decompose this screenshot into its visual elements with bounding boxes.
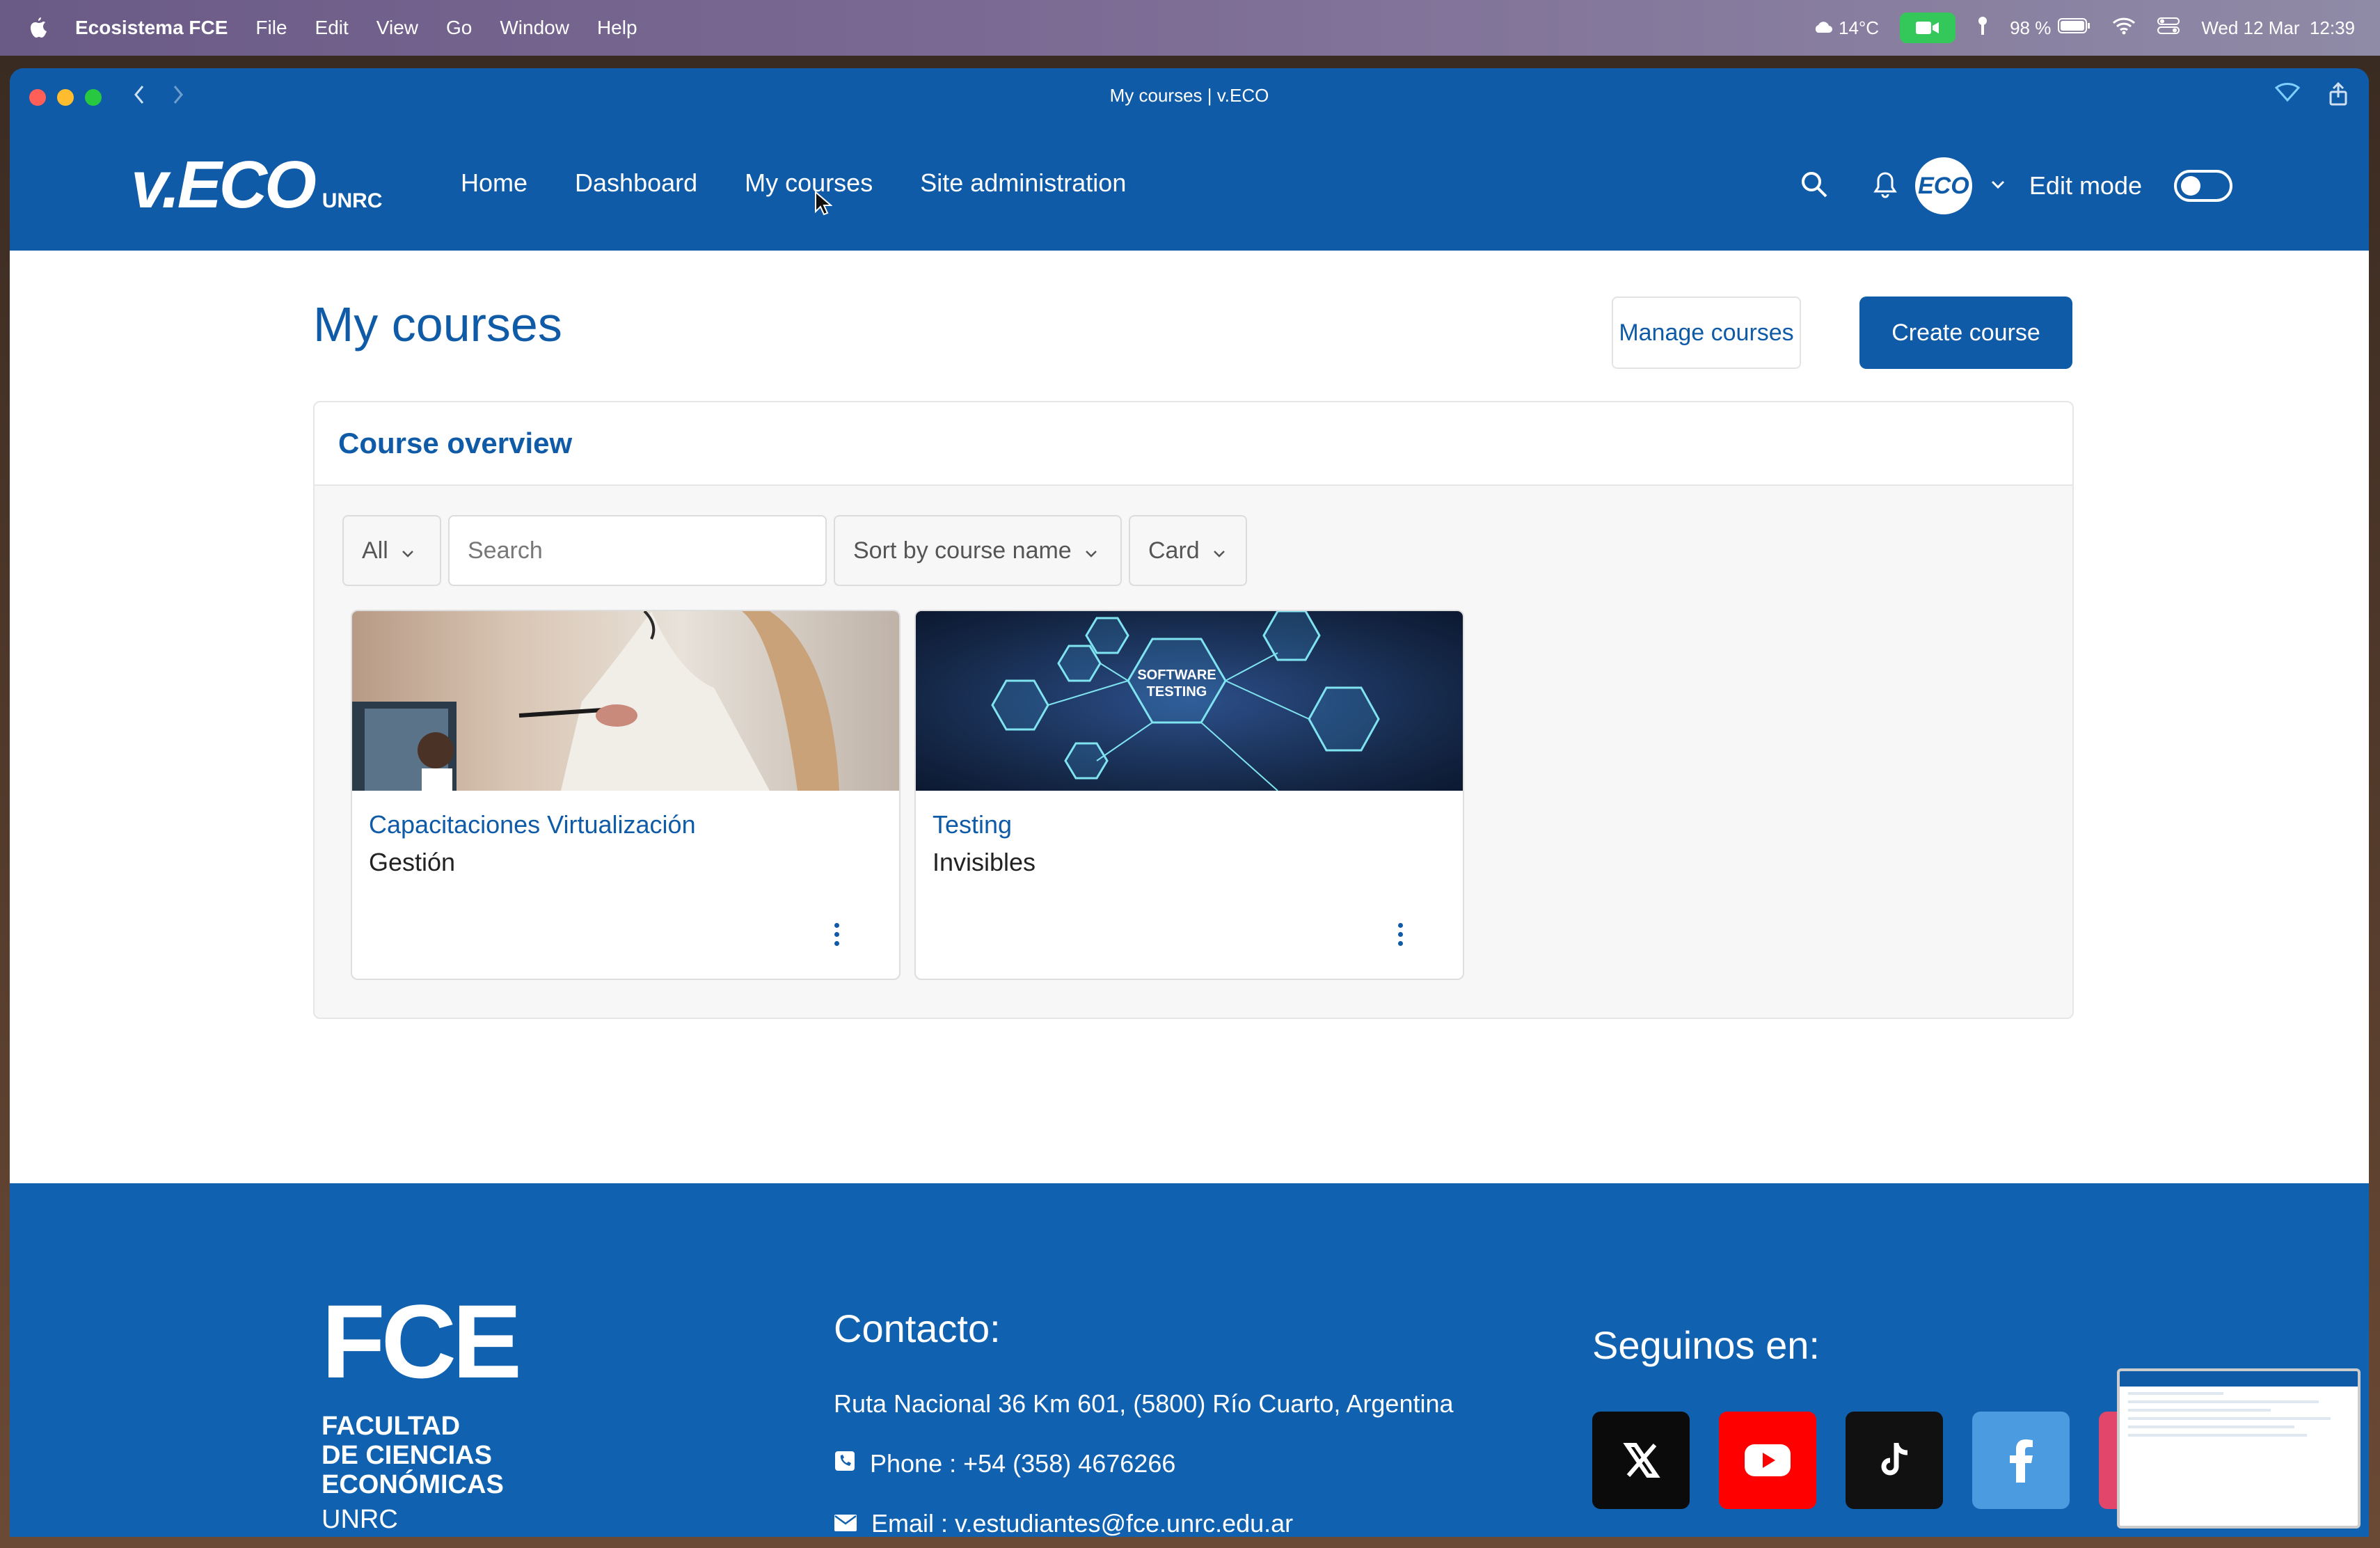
facetime-video-icon[interactable] bbox=[1900, 13, 1956, 43]
nav-my-courses[interactable]: My courses bbox=[745, 168, 873, 198]
apple-icon[interactable] bbox=[28, 16, 49, 40]
grouping-dropdown[interactable]: All bbox=[342, 515, 441, 586]
menu-window[interactable]: Window bbox=[500, 17, 569, 39]
menu-edit[interactable]: Edit bbox=[315, 17, 349, 39]
contact-heading: Contacto: bbox=[834, 1306, 1001, 1350]
menu-file[interactable]: File bbox=[255, 17, 287, 39]
course-overview-block: Course overview All Search Sort by cours… bbox=[313, 401, 2074, 1019]
key-icon[interactable] bbox=[1976, 15, 1989, 41]
fce-logo-mark: FCE bbox=[322, 1283, 522, 1400]
email-text[interactable]: Email : v.estudiantes@fce.unrc.edu.ar bbox=[871, 1509, 1293, 1537]
search-input[interactable]: Search bbox=[448, 515, 827, 586]
facebook-icon[interactable] bbox=[1972, 1412, 2070, 1509]
window-titlebar: My courses | v.ECO bbox=[10, 68, 2369, 127]
course-card[interactable]: Capacitaciones Virtualización Gestión bbox=[351, 610, 901, 980]
course-name: Invisibles bbox=[933, 848, 1036, 876]
battery-percent: 98 % bbox=[2010, 17, 2052, 38]
course-category[interactable]: Testing bbox=[933, 810, 1012, 839]
phone-text: Phone : +54 (358) 4676266 bbox=[870, 1449, 1176, 1478]
main-content: My courses Manage courses Create course … bbox=[10, 251, 2369, 1183]
nav-dashboard[interactable]: Dashboard bbox=[575, 168, 697, 198]
site-header: v.ECO UNRC Home Dashboard My courses Sit… bbox=[10, 127, 2369, 251]
view-value: Card bbox=[1148, 537, 1200, 564]
chevron-down-icon bbox=[1212, 537, 1226, 564]
menubar-clock[interactable]: Wed 12 Mar 12:39 bbox=[2201, 17, 2355, 39]
image-caption-line-2: TESTING bbox=[1147, 684, 1207, 700]
window-title: My courses | v.ECO bbox=[1109, 85, 1269, 106]
follow-heading: Seguinos en: bbox=[1592, 1323, 1820, 1367]
share-icon[interactable] bbox=[2329, 81, 2348, 109]
create-course-button[interactable]: Create course bbox=[1859, 297, 2072, 369]
site-footer: FCE FACULTAD DE CIENCIAS ECONÓMICAS UNRC… bbox=[10, 1183, 2369, 1537]
fce-logo-line-1: FACULTAD bbox=[322, 1412, 461, 1441]
course-overview-title: Course overview bbox=[338, 427, 573, 459]
weather-status[interactable]: 14°C bbox=[1812, 17, 1879, 39]
chevron-down-icon bbox=[1084, 537, 1098, 564]
fce-logo-unrc: UNRC bbox=[322, 1505, 398, 1535]
course-category[interactable]: Capacitaciones Virtualización bbox=[369, 810, 696, 839]
site-logo[interactable]: v.ECO UNRC bbox=[131, 152, 382, 219]
wifi-sharing-icon[interactable] bbox=[2274, 82, 2301, 109]
contact-address: Ruta Nacional 36 Km 601, (5800) Río Cuar… bbox=[834, 1389, 1454, 1419]
chevron-down-icon[interactable] bbox=[1990, 180, 2006, 193]
page-title: My courses bbox=[313, 297, 562, 352]
weather-temp: 14°C bbox=[1838, 17, 1880, 38]
logo-main: v.ECO bbox=[131, 148, 317, 222]
manage-courses-button[interactable]: Manage courses bbox=[1612, 297, 1801, 369]
notification-bell-icon[interactable] bbox=[1873, 171, 1897, 202]
course-image[interactable]: SOFTWARE TESTING bbox=[916, 611, 1463, 791]
chevron-down-icon bbox=[401, 537, 415, 564]
image-caption-line-1: SOFTWARE bbox=[1137, 668, 1216, 683]
course-actions-menu-icon[interactable] bbox=[1386, 913, 1414, 955]
sort-dropdown[interactable]: Sort by course name bbox=[834, 515, 1122, 586]
app-name[interactable]: Ecosistema FCE bbox=[75, 17, 228, 39]
wifi-icon[interactable] bbox=[2112, 17, 2136, 40]
nav-site-administration[interactable]: Site administration bbox=[920, 168, 1126, 198]
battery-icon bbox=[2058, 17, 2091, 39]
course-card[interactable]: SOFTWARE TESTING Testing Invisibles bbox=[914, 610, 1464, 980]
edit-mode-toggle[interactable] bbox=[2174, 170, 2232, 202]
youtube-icon[interactable] bbox=[1719, 1412, 1816, 1509]
course-cards: Capacitaciones Virtualización Gestión SO… bbox=[351, 610, 1464, 980]
sort-value: Sort by course name bbox=[853, 537, 1072, 564]
cloud-icon bbox=[1812, 17, 1833, 39]
email-icon bbox=[834, 1509, 857, 1537]
battery-status[interactable]: 98 % bbox=[2010, 17, 2091, 39]
tiktok-icon[interactable] bbox=[1846, 1412, 1943, 1509]
menu-help[interactable]: Help bbox=[597, 17, 637, 39]
mouse-cursor-icon bbox=[814, 190, 833, 219]
app-window: My courses | v.ECO v.ECO UNRC Home Dashb… bbox=[10, 68, 2369, 1537]
fce-logo-line-3: ECONÓMICAS bbox=[322, 1469, 504, 1499]
edit-mode-label: Edit mode bbox=[2029, 171, 2142, 200]
course-name: Gestión bbox=[369, 848, 456, 876]
user-avatar[interactable]: ECO bbox=[1914, 157, 1972, 214]
menu-go[interactable]: Go bbox=[446, 17, 472, 39]
fce-logo-line-2: DE CIENCIAS bbox=[322, 1440, 492, 1470]
course-actions-menu-icon[interactable] bbox=[823, 913, 850, 955]
menu-view[interactable]: View bbox=[376, 17, 418, 39]
contact-phone: Phone : +54 (358) 4676266 bbox=[834, 1449, 1175, 1478]
fce-logo[interactable]: FCE FACULTAD DE CIENCIAS ECONÓMICAS UNRC bbox=[322, 1283, 522, 1535]
social-links bbox=[1592, 1412, 2127, 1509]
contact-email: Email : v.estudiantes@fce.unrc.edu.ar bbox=[834, 1509, 1293, 1537]
primary-navigation: Home Dashboard My courses Site administr… bbox=[461, 168, 1126, 198]
logo-sub: UNRC bbox=[322, 189, 383, 212]
macos-menu-bar: Ecosistema FCE File Edit View Go Window … bbox=[0, 0, 2380, 56]
phone-icon bbox=[834, 1449, 856, 1478]
course-filters: All Search Sort by course name Card bbox=[342, 515, 1247, 586]
search-placeholder: Search bbox=[468, 537, 543, 564]
view-dropdown[interactable]: Card bbox=[1129, 515, 1247, 586]
x-icon[interactable] bbox=[1592, 1412, 1690, 1509]
search-icon[interactable] bbox=[1800, 170, 1829, 203]
control-center-icon[interactable] bbox=[2157, 17, 2180, 40]
nav-home[interactable]: Home bbox=[461, 168, 527, 198]
course-image[interactable] bbox=[352, 611, 899, 791]
grouping-value: All bbox=[362, 537, 388, 564]
screenshot-thumbnail[interactable] bbox=[2117, 1368, 2361, 1529]
address-text: Ruta Nacional 36 Km 601, (5800) Río Cuar… bbox=[834, 1389, 1454, 1418]
